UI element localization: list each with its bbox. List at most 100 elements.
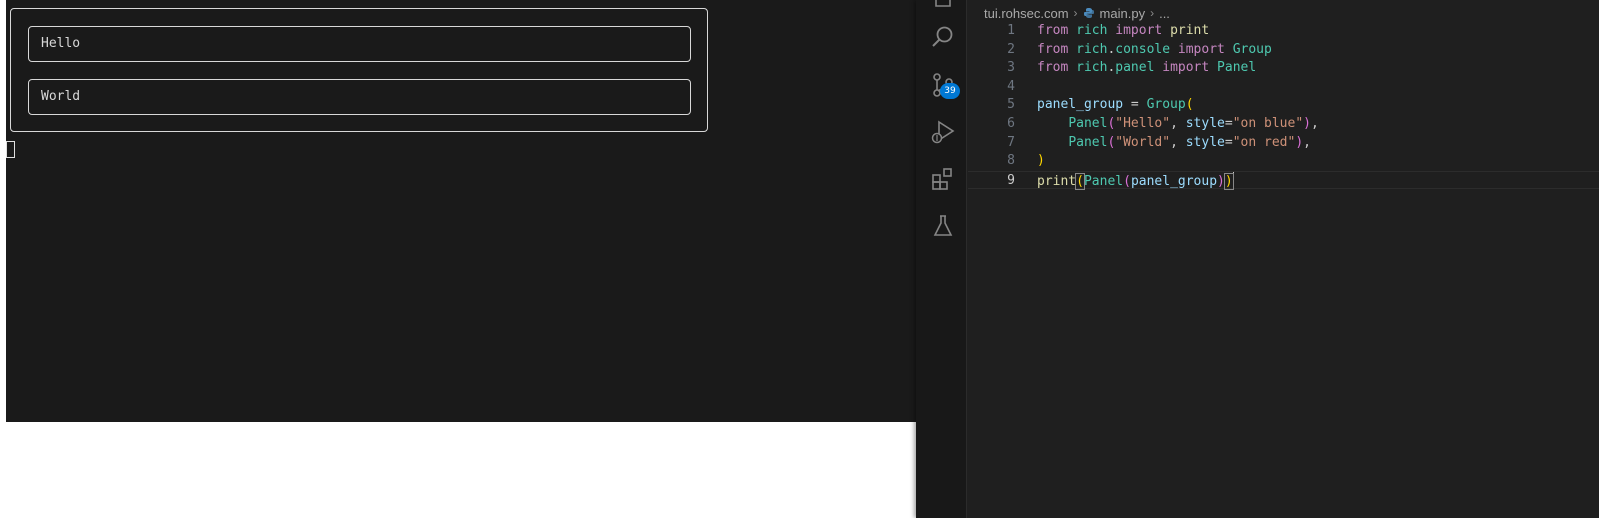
code-token: print [1170, 23, 1210, 38]
vscode-window: 39 tui.rohsec.com › main.py › ... 1 from… [916, 0, 1599, 518]
breadcrumb-folder[interactable]: tui.rohsec.com [984, 6, 1069, 21]
code-token: from [1037, 23, 1069, 38]
code-token: print [1037, 173, 1077, 189]
hello-panel: Hello [28, 26, 691, 62]
editor-area[interactable]: tui.rohsec.com › main.py › ... 1 from ric… [968, 0, 1599, 518]
terminal-cursor [6, 141, 15, 158]
code-line[interactable]: 5 panel_group = Group( [968, 96, 1599, 115]
code-token: rich [1076, 41, 1108, 57]
code-text: from rich.panel import Panel [1037, 59, 1256, 78]
code-token: = [1123, 97, 1147, 113]
code-token: panel [1115, 60, 1155, 76]
code-token: ( [1123, 173, 1131, 189]
code-text: panel_group = Group( [1037, 96, 1194, 115]
chevron-right-icon: › [1073, 6, 1078, 20]
code-token: "on blue" [1232, 115, 1304, 131]
code-line[interactable]: 4 [968, 78, 1599, 97]
terminal-pane[interactable]: Hello World [6, 0, 916, 422]
code-token: from [1037, 60, 1069, 76]
code-token: panel_group [1130, 173, 1218, 189]
line-number: 6 [1007, 115, 1015, 131]
code-line[interactable]: 1 from rich import print [968, 22, 1599, 41]
testing-icon[interactable] [930, 213, 956, 239]
code-token: rich [1076, 23, 1108, 38]
line-number: 3 [1007, 60, 1015, 76]
code-token: ) [1223, 172, 1234, 190]
code-line[interactable]: 9 print(Panel(panel_group)) [968, 170, 1599, 192]
search-icon[interactable] [930, 24, 956, 50]
line-number: 1 [1007, 23, 1015, 38]
code-token: "on red" [1232, 134, 1296, 150]
code-text: Panel("World", style="on red"), [1037, 134, 1311, 153]
code-text: Panel("Hello", style="on blue"), [1037, 115, 1319, 134]
code-token: ) [1295, 134, 1304, 150]
code-text: print(Panel(panel_group)) [1037, 171, 1234, 192]
line-number: 9 [1007, 172, 1015, 188]
code-lines[interactable]: 1 from rich import print 2 from rich.consol… [968, 22, 1599, 192]
activity-bar: 39 [916, 0, 967, 518]
code-token: , [1170, 134, 1186, 150]
code-token: = [1224, 134, 1233, 150]
hello-panel-text: Hello [41, 36, 81, 51]
code-token: Group [1146, 97, 1186, 113]
code-token: panel_group [1037, 97, 1124, 113]
line-number: 5 [1007, 97, 1015, 113]
code-line[interactable]: 8) [968, 152, 1599, 171]
code-text: ) [1037, 152, 1045, 171]
code-line[interactable]: 2 from rich.console import Group [968, 41, 1599, 60]
code-token: ) [1217, 173, 1225, 189]
code-token: ( [1185, 97, 1194, 113]
code-text: from rich.console import Group [1037, 41, 1272, 60]
world-panel-text: World [41, 89, 81, 104]
code-token: , [1170, 115, 1186, 131]
code-line[interactable]: 7 Panel("World", style="on red"), [968, 134, 1599, 153]
text-cursor [1232, 171, 1234, 187]
extensions-icon[interactable] [930, 166, 956, 192]
code-token: , [1310, 115, 1319, 131]
code-token: Panel [1083, 173, 1124, 189]
explorer-icon[interactable] [930, 0, 956, 12]
run-debug-icon[interactable] [930, 119, 956, 145]
code-token: from [1037, 41, 1069, 57]
code-token: style [1185, 115, 1225, 131]
code-token: "World" [1115, 134, 1171, 150]
code-line[interactable]: 3 from rich.panel import Panel [968, 59, 1599, 78]
code-token: Panel [1068, 134, 1108, 150]
breadcrumb-file[interactable]: main.py [1100, 6, 1146, 21]
code-line[interactable]: 6 Panel("Hello", style="on blue"), [968, 115, 1599, 134]
code-token: ( [1075, 172, 1085, 190]
code-text: from rich import print [1037, 22, 1209, 41]
line-number: 2 [1007, 41, 1015, 57]
line-number: 7 [1007, 134, 1015, 150]
line-number: 4 [1007, 78, 1015, 94]
code-token: Panel [1068, 115, 1108, 131]
code-token: import [1177, 41, 1225, 57]
code-token: ) [1037, 153, 1045, 169]
outer-panel-border: Hello World [10, 8, 708, 132]
code-token: console [1115, 41, 1171, 57]
code-token: style [1185, 134, 1225, 150]
code-token: = [1224, 115, 1233, 131]
source-control-badge: 39 [940, 83, 960, 99]
code-token: import [1115, 23, 1163, 38]
code-token: ) [1303, 115, 1311, 131]
breadcrumb: tui.rohsec.com › main.py › ... [984, 4, 1170, 22]
code-token: "Hello" [1115, 115, 1171, 131]
line-number: 8 [1007, 153, 1015, 169]
chevron-right-icon: › [1150, 6, 1155, 20]
breadcrumb-symbol[interactable]: ... [1159, 6, 1170, 21]
python-file-icon [1083, 8, 1094, 18]
world-panel: World [28, 79, 691, 115]
code-token: Panel [1217, 60, 1257, 76]
code-token: , [1303, 134, 1311, 150]
code-token: import [1162, 60, 1210, 76]
